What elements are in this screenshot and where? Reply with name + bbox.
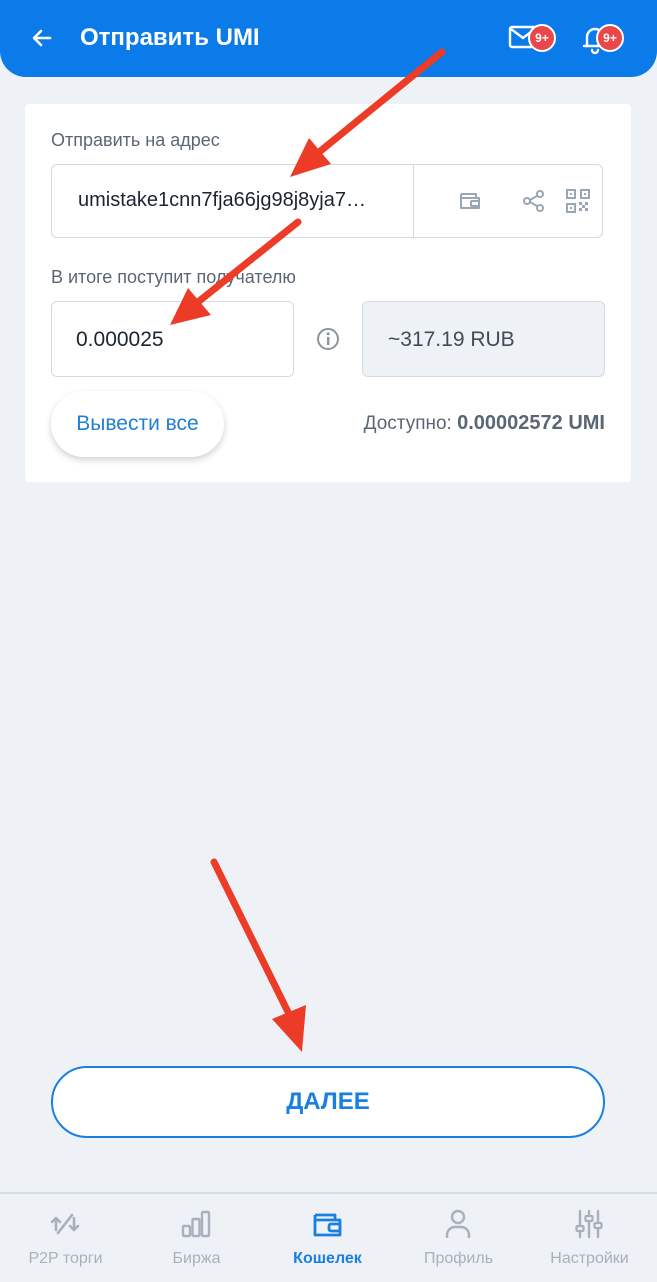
nav-item-wallet[interactable]: Кошелек xyxy=(262,1194,393,1282)
amount-input[interactable]: 0.000025 xyxy=(76,328,164,352)
wallet-icon xyxy=(460,193,480,209)
wallet-icon xyxy=(313,1213,342,1237)
nav-item-settings[interactable]: Настройки xyxy=(524,1194,655,1282)
available-balance: Доступно: 0.00002572 UMI xyxy=(364,412,605,435)
person-icon xyxy=(445,1209,471,1238)
fiat-equivalent-field: ~317.19 RUB xyxy=(362,301,605,377)
nav-item-p2p[interactable]: P2P торги xyxy=(0,1194,131,1282)
nav-label-wallet: Кошелек xyxy=(293,1250,362,1267)
address-book-button[interactable] xyxy=(452,183,488,219)
share-address-button[interactable] xyxy=(516,183,552,219)
address-divider xyxy=(413,165,414,237)
messages-button[interactable]: 9+ xyxy=(508,18,556,58)
amount-field[interactable]: 0.000025 xyxy=(51,301,294,377)
notifications-button[interactable]: 9+ xyxy=(578,18,626,58)
withdraw-all-button[interactable]: Вывести все xyxy=(51,391,224,457)
nav-item-exchange[interactable]: Биржа xyxy=(131,1194,262,1282)
nav-label-exchange: Биржа xyxy=(172,1250,221,1267)
share-icon xyxy=(523,190,544,212)
qr-code-icon xyxy=(566,189,590,213)
nav-item-profile[interactable]: Профиль xyxy=(393,1194,524,1282)
nav-label-profile: Профиль xyxy=(423,1250,494,1267)
nav-label-p2p: P2P торги xyxy=(28,1250,103,1267)
address-label: Отправить на адрес xyxy=(51,130,220,150)
sliders-icon xyxy=(575,1209,603,1239)
p2p-icon xyxy=(50,1213,80,1235)
mail-badge: 9+ xyxy=(528,24,556,52)
arrow-left-icon xyxy=(32,29,52,47)
send-form-card: Отправить на адрес umistake1cnn7fja66jg9… xyxy=(25,104,631,482)
address-field[interactable]: umistake1cnn7fja66jg98j8yja7… xyxy=(51,164,603,238)
available-value: 0.00002572 UMI xyxy=(457,412,605,434)
address-input[interactable]: umistake1cnn7fja66jg98j8yja7… xyxy=(78,189,408,212)
fiat-equivalent-value: ~317.19 RUB xyxy=(388,328,515,351)
amount-label: В итоге поступит получателю xyxy=(51,267,296,287)
bottom-navigation: P2P торги Биржа Кошелек Профиль Настройк… xyxy=(0,1192,657,1282)
bell-badge: 9+ xyxy=(596,24,624,52)
next-button[interactable]: ДАЛЕЕ xyxy=(51,1066,605,1138)
app-header: Отправить UMI 9+ 9+ xyxy=(0,0,657,77)
page-title: Отправить UMI xyxy=(80,24,260,51)
nav-label-settings: Настройки xyxy=(550,1250,629,1267)
back-button[interactable] xyxy=(26,22,58,54)
available-label: Доступно: xyxy=(363,413,452,434)
chart-bars-icon xyxy=(181,1210,211,1238)
scan-qr-button[interactable] xyxy=(560,183,596,219)
info-icon[interactable] xyxy=(315,326,341,352)
annotation-arrow-next xyxy=(210,858,306,1052)
